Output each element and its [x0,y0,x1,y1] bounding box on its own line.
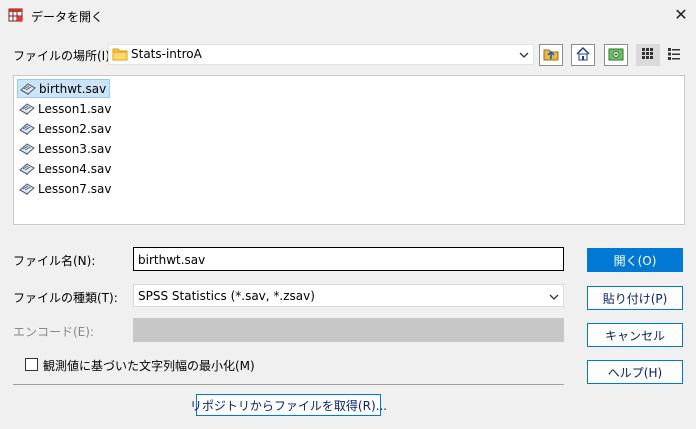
look-in-value: Stats-introA [131,47,202,61]
file-list-item[interactable]: Lesson4.sav [17,159,114,178]
filename-input[interactable]: birthwt.sav [133,247,564,271]
look-in-combo[interactable]: Stats-introA [108,44,534,65]
minimize-width-checkbox[interactable] [25,358,38,371]
look-in-label: ファイルの場所(I): [13,49,114,63]
file-list-item[interactable]: Lesson7.sav [17,179,114,198]
divider [13,384,564,385]
up-folder-icon [543,46,559,65]
up-folder-button[interactable] [539,44,563,66]
filename-label: ファイル名(N): [13,254,96,268]
minimize-width-label: 観測値に基づいた文字列幅の最小化(M) [43,359,255,373]
chevron-down-icon[interactable] [549,291,559,301]
file-list[interactable]: birthwt.sav Lesson1.sav Lesson2.sav Lesson3… [13,75,685,225]
file-name: Lesson7.sav [38,181,112,196]
cancel-button[interactable]: キャンセル [587,323,683,347]
filetype-value: SPSS Statistics (*.sav, *.zsav) [138,289,315,303]
home-button[interactable] [571,44,595,66]
sav-file-icon [19,102,35,115]
paste-button[interactable]: 貼り付け(P) [587,286,683,310]
sav-file-icon [19,142,35,155]
sav-file-icon [20,82,36,95]
file-list-item[interactable]: Lesson3.sav [17,139,114,158]
file-name: Lesson2.sav [38,121,112,136]
repository-button[interactable]: リポジトリからファイルを取得(R)... [190,394,387,416]
filetype-label: ファイルの種類(T): [13,291,118,305]
chevron-down-icon[interactable] [519,49,529,59]
folder-icon [112,47,128,61]
file-list-item[interactable]: birthwt.sav [17,79,111,98]
sav-file-icon [19,122,35,135]
help-button[interactable]: ヘルプ(H) [587,360,683,384]
new-folder-icon [608,46,624,65]
details-view-icon [667,47,681,64]
encoding-label: エンコード(E): [13,325,94,339]
home-icon [575,46,591,65]
details-view-button[interactable] [662,44,686,66]
list-view-icon [641,47,655,64]
open-button[interactable]: 開く(O) [587,248,683,272]
new-folder-button[interactable] [604,44,628,66]
list-view-button[interactable] [636,44,660,66]
title-bar [0,0,696,30]
sav-file-icon [19,182,35,195]
file-list-item[interactable]: Lesson2.sav [17,119,114,138]
filename-value: birthwt.sav [138,253,206,267]
encoding-select [133,318,564,342]
file-list-item[interactable]: Lesson1.sav [17,99,114,118]
filetype-select[interactable]: SPSS Statistics (*.sav, *.zsav) [133,284,564,307]
file-name: Lesson4.sav [38,161,112,176]
sav-file-icon [19,162,35,175]
window-title: データを開く [31,10,104,24]
file-name: Lesson3.sav [38,141,112,156]
file-name: Lesson1.sav [38,101,112,116]
spss-data-icon [8,7,24,23]
file-name: birthwt.sav [39,81,107,96]
close-icon[interactable]: ✕ [668,2,694,28]
